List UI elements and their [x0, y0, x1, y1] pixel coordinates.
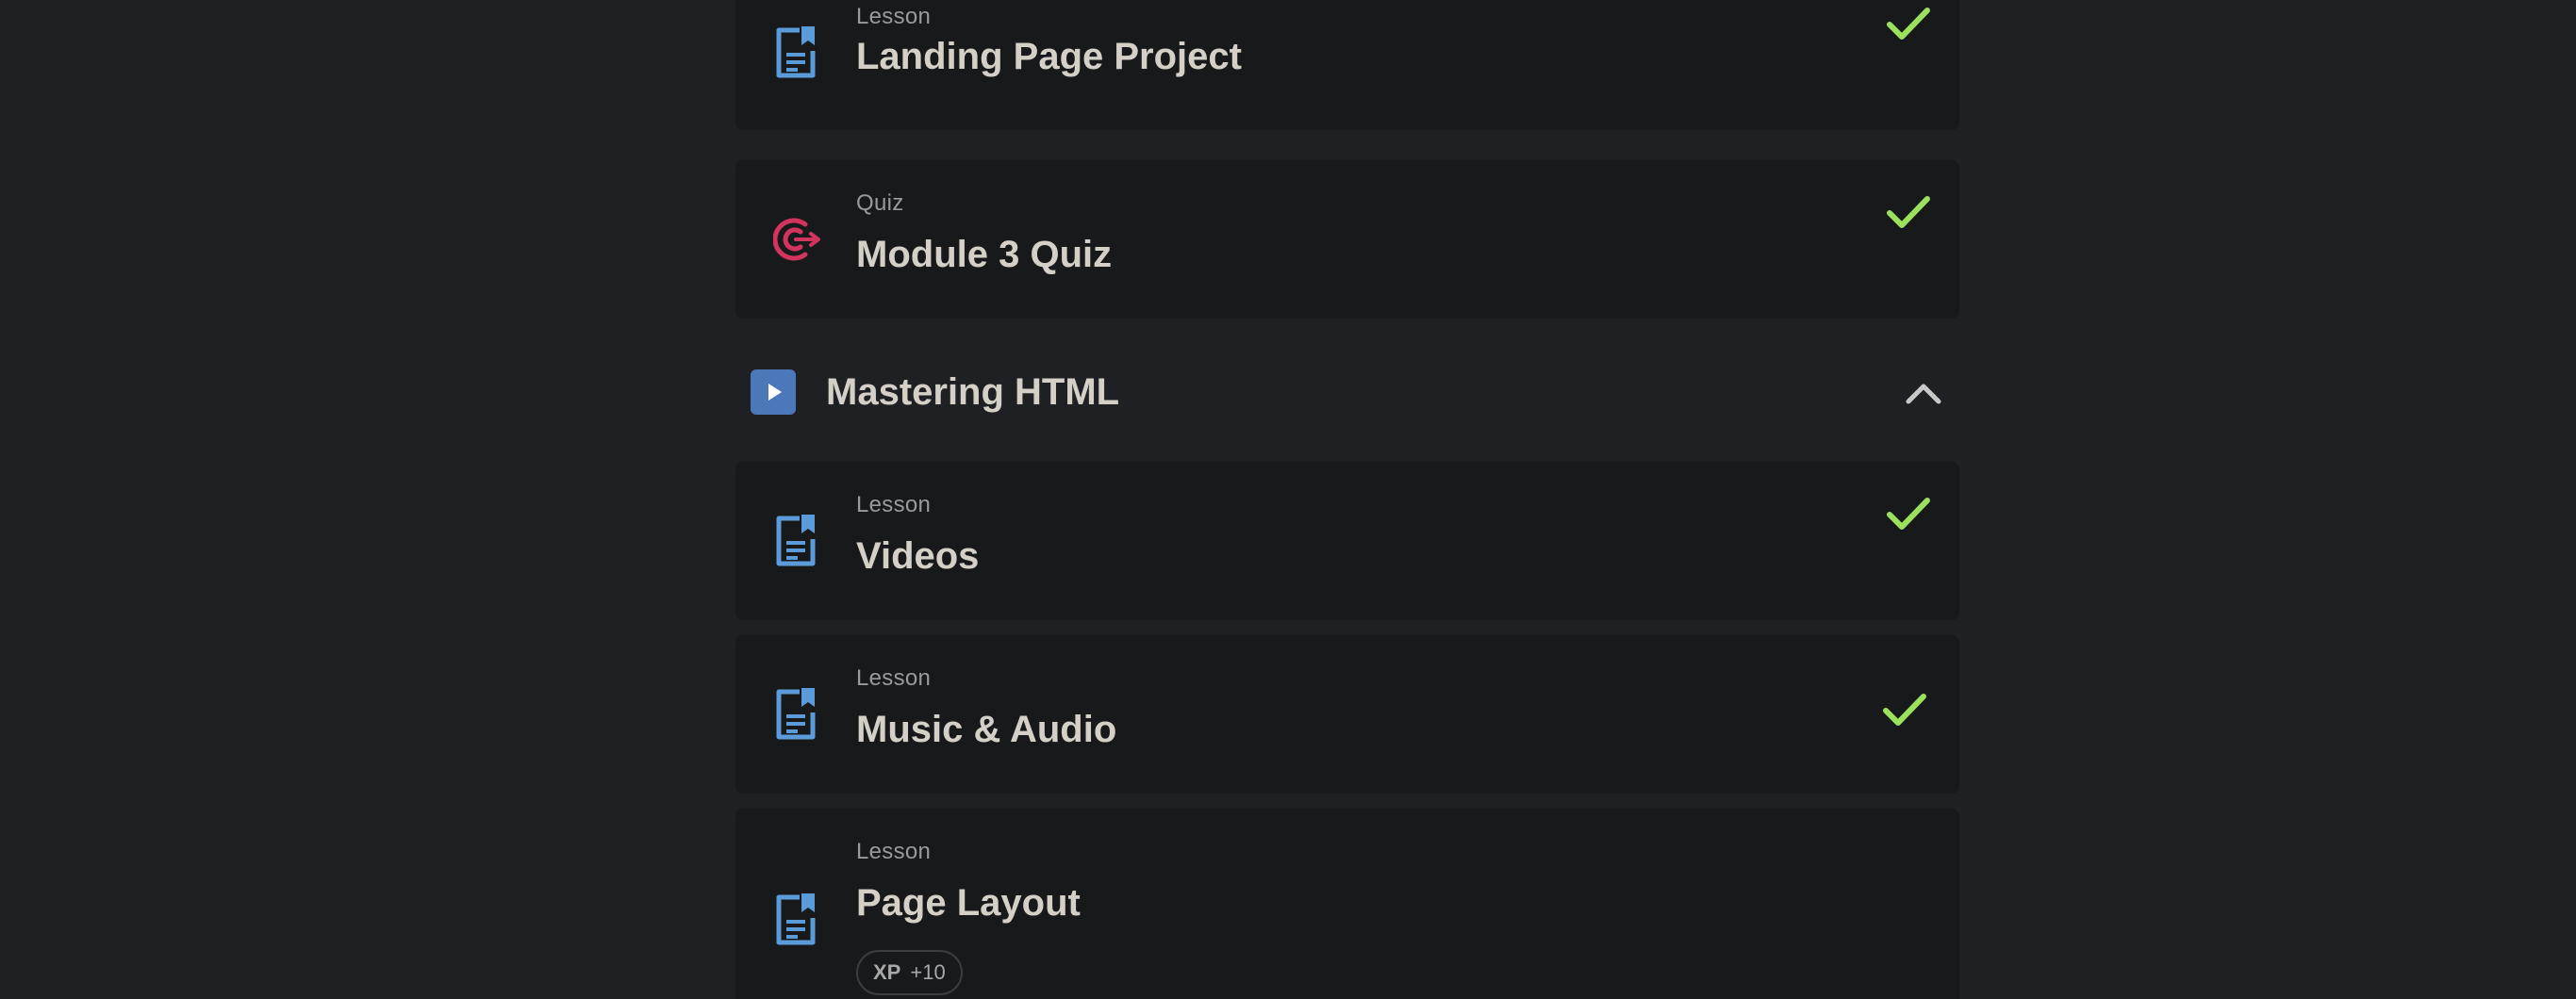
chevron-up-icon[interactable] — [1905, 379, 1942, 405]
document-bookmark-icon — [776, 893, 816, 945]
lesson-card-landing-page-project[interactable]: Lesson Landing Page Project — [735, 0, 1959, 130]
lesson-card-page-layout[interactable]: Lesson Page Layout XP +10 — [735, 809, 1959, 999]
section-title: Mastering HTML — [826, 371, 1120, 413]
target-icon — [773, 218, 820, 261]
lesson-title: Music & Audio — [856, 709, 1117, 750]
lesson-card-music-audio[interactable]: Lesson Music & Audio — [735, 635, 1959, 794]
lesson-title: Page Layout — [856, 882, 1081, 924]
xp-label: XP — [873, 960, 901, 984]
play-icon — [751, 369, 796, 415]
check-icon — [1887, 498, 1930, 530]
check-icon — [1887, 8, 1930, 40]
lesson-type-label: Lesson — [856, 492, 932, 517]
lesson-title: Landing Page Project — [856, 36, 1242, 77]
lesson-type-label: Lesson — [856, 665, 932, 691]
check-icon — [1887, 196, 1930, 228]
lesson-type-label: Lesson — [856, 839, 932, 864]
quiz-title: Module 3 Quiz — [856, 234, 1113, 275]
quiz-type-label: Quiz — [856, 190, 904, 216]
document-bookmark-icon — [776, 515, 816, 566]
document-bookmark-icon — [776, 26, 816, 78]
lesson-title: Videos — [856, 535, 980, 577]
check-icon — [1883, 694, 1926, 726]
document-bookmark-icon — [776, 688, 816, 740]
xp-value: +10 — [910, 960, 946, 984]
lesson-card-videos[interactable]: Lesson Videos — [735, 462, 1959, 620]
section-header-mastering-html[interactable]: Mastering HTML — [735, 332, 1959, 445]
quiz-card-module-3-quiz[interactable]: Quiz Module 3 Quiz — [735, 160, 1959, 319]
xp-badge: XP +10 — [856, 950, 963, 995]
page: Lesson Landing Page Project Quiz Module … — [0, 0, 2576, 999]
lesson-type-label: Lesson — [856, 4, 932, 29]
